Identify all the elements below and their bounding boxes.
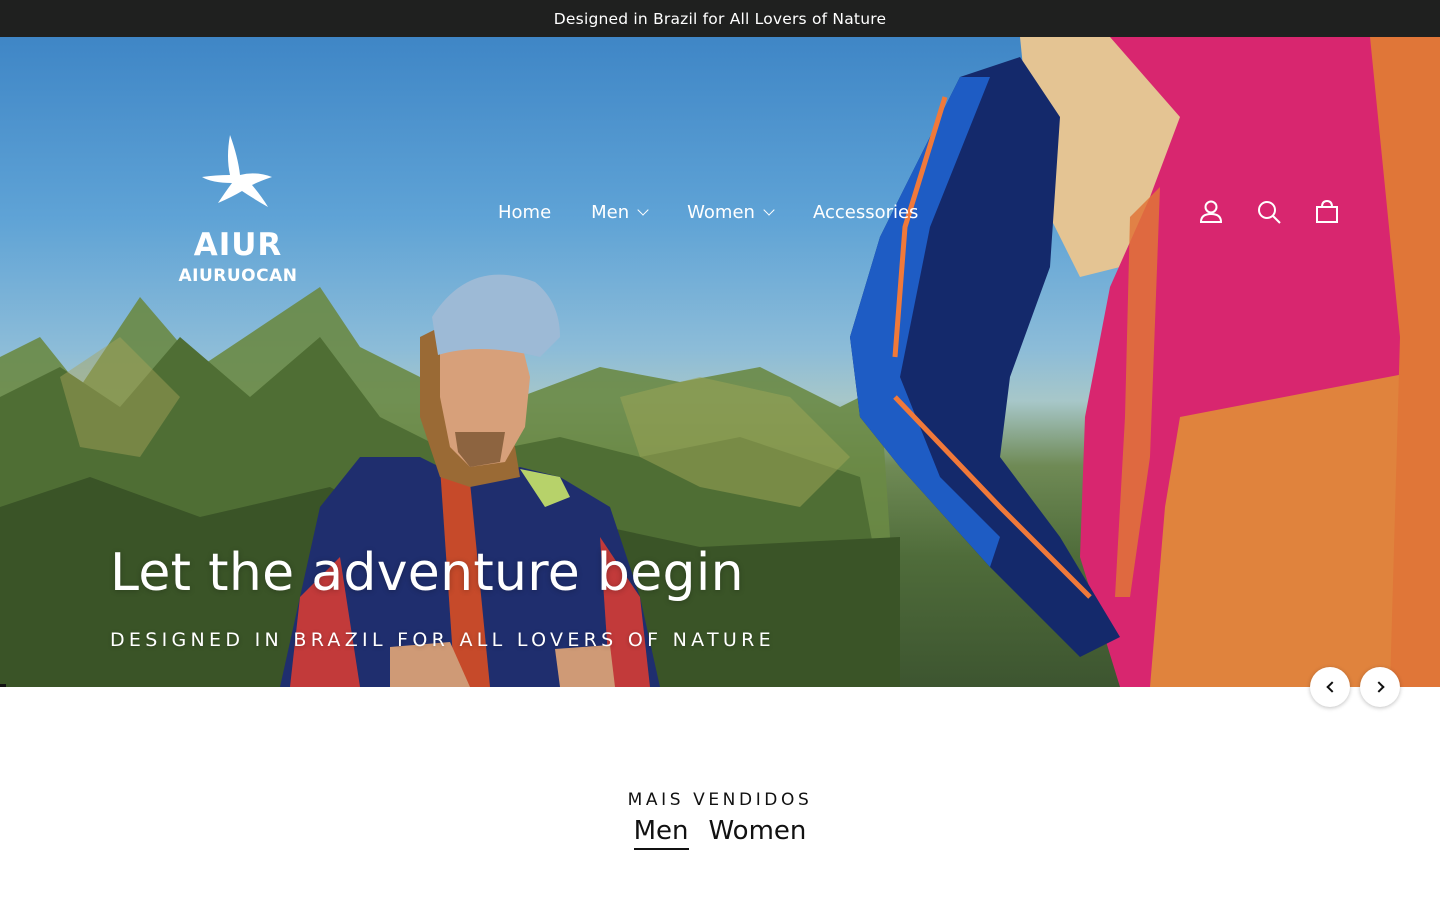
hero-banner: AIUR AIURUOCAN Home Men Women Accessorie… [0, 37, 1440, 687]
nav-item-label: Women [687, 201, 755, 223]
header-icons [1196, 197, 1342, 227]
nav-item-label: Men [591, 201, 630, 223]
chevron-left-icon [1325, 681, 1338, 693]
logo-brand: AIUR [193, 227, 283, 263]
logo-subtitle: AIURUOCAN [178, 266, 298, 286]
bestsellers-title: MAIS VENDIDOS [627, 790, 813, 810]
nav-item-accessories[interactable]: Accessories [813, 202, 919, 223]
hero-subtitle: DESIGNED IN BRAZIL FOR ALL LOVERS OF NAT… [110, 629, 775, 651]
announcement-bar: Designed in Brazil for All Lovers of Nat… [0, 0, 1440, 37]
next-slide-button[interactable] [1360, 667, 1400, 707]
announcement-text: Designed in Brazil for All Lovers of Nat… [553, 9, 887, 28]
chevron-down-icon [637, 203, 649, 216]
hero-title: Let the adventure begin [110, 543, 744, 603]
bestsellers-tabs: Men Women [0, 816, 1440, 850]
logo[interactable]: AIUR AIURUOCAN [168, 127, 308, 287]
chevron-down-icon [763, 203, 775, 216]
bird-logo-icon [202, 135, 272, 207]
previous-slide-button[interactable] [1310, 667, 1350, 707]
nav-item-men[interactable]: Men [591, 201, 649, 223]
nav-item-home[interactable]: Home [498, 202, 551, 223]
nav-item-label: Home [498, 201, 552, 223]
account-icon[interactable] [1196, 197, 1226, 227]
main-nav: Home Men Women Accessories [498, 197, 958, 227]
tab-women[interactable]: Women [709, 816, 807, 850]
cart-icon[interactable] [1312, 197, 1342, 227]
chevron-right-icon [1372, 681, 1385, 693]
search-icon[interactable] [1254, 197, 1284, 227]
slide-progress-bar [0, 684, 6, 687]
tab-men[interactable]: Men [633, 816, 689, 850]
nav-item-label: Accessories [812, 201, 919, 223]
nav-item-women[interactable]: Women [687, 201, 775, 223]
